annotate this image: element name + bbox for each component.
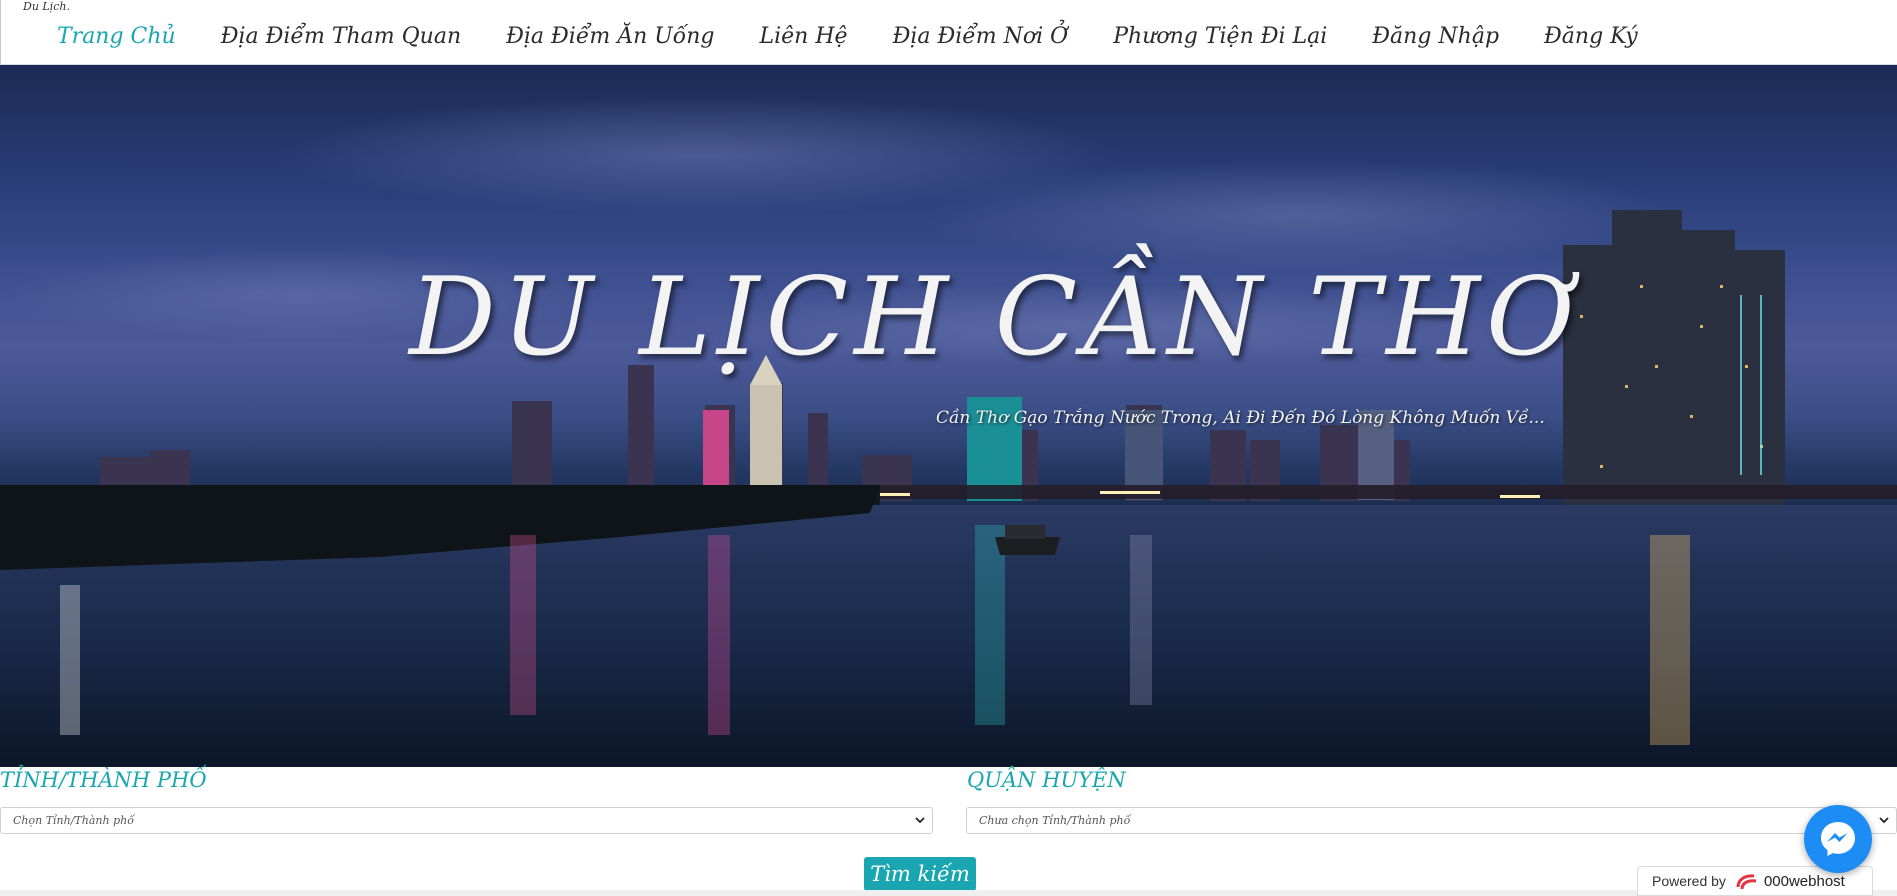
page-bottom-strip: [0, 890, 1897, 896]
district-select[interactable]: Chưa chọn Tỉnh/Thành phố: [966, 807, 1897, 834]
chevron-down-icon: [1879, 817, 1889, 824]
nav-item-dia-diem-an-uong[interactable]: Địa Điểm Ăn Uống: [506, 18, 714, 48]
powered-by-text: Powered by: [1652, 873, 1726, 889]
province-select[interactable]: Chọn Tỉnh/Thành phố: [0, 807, 933, 834]
nav-item-phuong-tien-di-lai[interactable]: Phương Tiện Đi Lại: [1113, 18, 1327, 48]
webhost-swirl-icon: [1736, 874, 1757, 890]
nav-item-dang-ky[interactable]: Đăng Ký: [1544, 18, 1638, 48]
webhost-name: 000webhost: [1763, 872, 1845, 890]
nav-item-dang-nhap[interactable]: Đăng Nhập: [1372, 18, 1499, 48]
hero-banner: DU LỊCH CẦN THƠ Cần Thơ Gạo Trắng Nước T…: [0, 65, 1897, 767]
nav-item-trang-chu[interactable]: Trang Chủ: [57, 18, 176, 48]
search-button[interactable]: Tìm kiếm: [864, 857, 976, 891]
province-select-value: Chọn Tỉnh/Thành phố: [13, 814, 134, 827]
district-label: QUẬN HUYỆN: [967, 768, 1126, 792]
chevron-down-icon: [915, 817, 925, 824]
top-navbar: Du Lịch. Trang Chủ Địa Điểm Tham Quan Đị…: [0, 0, 1897, 65]
nav-item-lien-he[interactable]: Liên Hệ: [760, 18, 848, 48]
province-label: TỈNH/THÀNH PHỐ: [0, 768, 207, 792]
district-select-value: Chưa chọn Tỉnh/Thành phố: [979, 814, 1131, 827]
main-nav: Trang Chủ Địa Điểm Tham Quan Địa Điểm Ăn…: [1, 0, 1683, 65]
hero-subtitle: Cần Thơ Gạo Trắng Nước Trong, Ai Đi Đến …: [936, 408, 1545, 428]
messenger-chat-button[interactable]: [1804, 805, 1872, 873]
messenger-icon: [1821, 822, 1855, 856]
nav-item-dia-diem-noi-o[interactable]: Địa Điểm Nơi Ở: [893, 18, 1069, 48]
nav-item-dia-diem-tham-quan[interactable]: Địa Điểm Tham Quan: [221, 18, 461, 48]
webhost-logo: 000webhost: [1734, 871, 1845, 891]
hero-title: DU LỊCH CẦN THƠ: [409, 255, 1581, 380]
